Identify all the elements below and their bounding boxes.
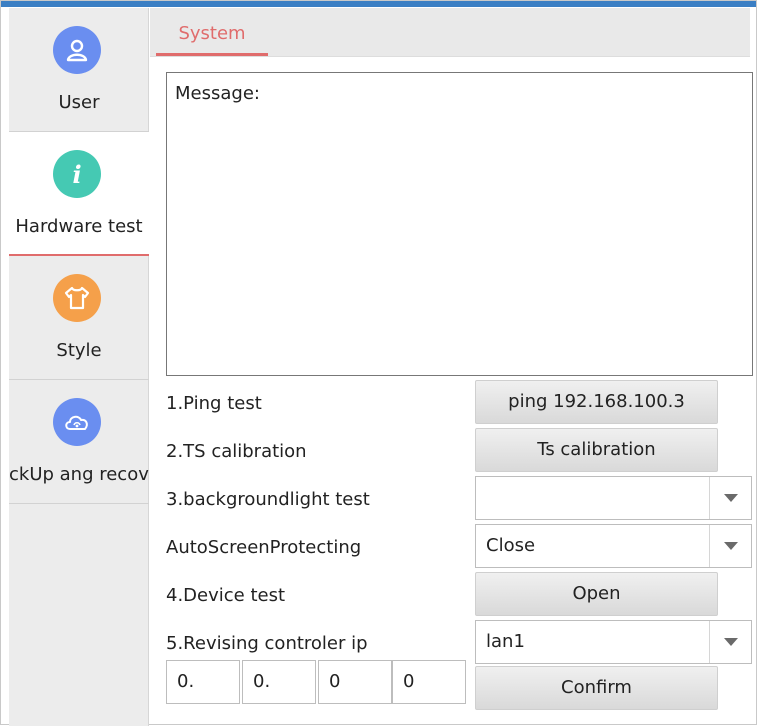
user-icon <box>53 26 101 74</box>
sidebar-item-label: User <box>58 92 100 113</box>
ts-calibration-label: 2.TS calibration <box>166 441 307 462</box>
backlight-select[interactable] <box>475 476 752 520</box>
auto-screen-select[interactable]: Close <box>475 524 752 568</box>
sidebar-item-style[interactable]: Style <box>9 256 149 380</box>
sidebar-item-hardware-test[interactable]: i Hardware test <box>9 132 149 256</box>
sidebar-item-label: Hardware test <box>15 216 143 237</box>
ip-octet-2-input[interactable]: 0. <box>242 660 316 704</box>
tab-bar: System <box>150 8 750 57</box>
message-box: Message: <box>166 72 753 376</box>
auto-screen-protecting-label: AutoScreenProtecting <box>166 537 362 558</box>
ping-button[interactable]: ping 192.168.100.3 <box>475 380 718 424</box>
sidebar-item-label: Style <box>56 340 102 361</box>
revising-ip-label: 5.Revising controler ip <box>166 633 368 654</box>
auto-screen-select-value: Close <box>486 535 536 556</box>
sidebar-item-user[interactable]: User <box>9 8 149 132</box>
backlight-test-label: 3.backgroundlight test <box>166 489 370 510</box>
svg-text:i: i <box>72 160 81 188</box>
chevron-down-icon[interactable] <box>709 477 751 519</box>
window-frame: User i Hardware test Style ckUp ang reco… <box>0 0 757 726</box>
sidebar-item-backup-recovery[interactable]: ckUp ang recov <box>9 380 149 504</box>
ts-calibration-button[interactable]: Ts calibration <box>475 428 718 472</box>
sidebar-item-label: ckUp ang recov <box>9 464 149 485</box>
ip-octet-4-input[interactable]: 0 <box>392 660 466 704</box>
shirt-icon <box>53 274 101 322</box>
interface-select[interactable]: lan1 <box>475 620 752 664</box>
info-icon: i <box>53 150 101 198</box>
device-test-label: 4.Device test <box>166 585 286 606</box>
message-label: Message: <box>175 83 260 104</box>
tab-system[interactable]: System <box>156 8 268 56</box>
device-open-button[interactable]: Open <box>475 572 718 616</box>
chevron-down-icon[interactable] <box>709 621 751 663</box>
confirm-button[interactable]: Confirm <box>475 666 718 710</box>
interface-select-value: lan1 <box>486 631 525 652</box>
ping-test-label: 1.Ping test <box>166 393 262 414</box>
chevron-down-icon[interactable] <box>709 525 751 567</box>
sidebar: User i Hardware test Style ckUp ang reco… <box>9 8 149 726</box>
ip-octet-3-input[interactable]: 0 <box>318 660 392 704</box>
ip-octet-1-input[interactable]: 0. <box>166 660 240 704</box>
cloud-sync-icon <box>53 398 101 446</box>
main-panel: System Message: 1.Ping test ping 192.168… <box>150 8 753 724</box>
